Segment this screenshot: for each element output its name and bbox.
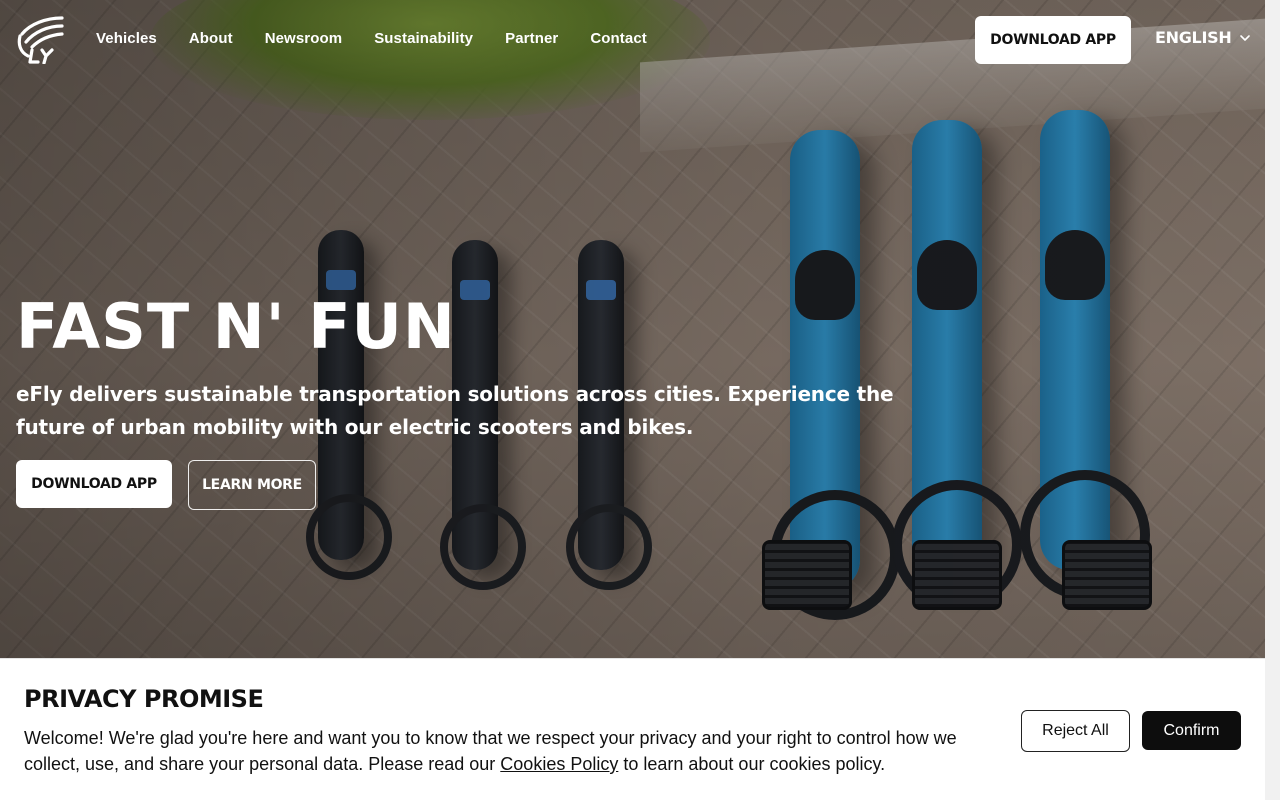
cookie-banner-text: Welcome! We're glad you're here and want… [24, 725, 984, 777]
language-label: ENGLISH [1155, 28, 1232, 47]
confirm-button[interactable]: Confirm [1142, 711, 1241, 750]
nav-links: Vehicles About Newsroom Sustainability P… [96, 30, 679, 47]
nav-link-partner[interactable]: Partner [505, 30, 558, 47]
nav-link-newsroom[interactable]: Newsroom [265, 30, 343, 47]
nav-link-about[interactable]: About [189, 30, 233, 47]
language-selector[interactable]: ENGLISH [1155, 28, 1251, 47]
reject-all-button[interactable]: Reject All [1021, 710, 1130, 752]
cookies-policy-link[interactable]: Cookies Policy [500, 754, 618, 774]
hero-title: FAST N' FUN [16, 290, 456, 363]
hero-learn-more-button[interactable]: LEARN MORE [188, 460, 316, 510]
top-navigation: Vehicles About Newsroom Sustainability P… [0, 0, 1265, 80]
hero-subtitle: eFly delivers sustainable transportation… [16, 382, 894, 439]
cookie-banner-title: PRIVACY PROMISE [24, 685, 264, 713]
nav-link-sustainability[interactable]: Sustainability [374, 30, 473, 47]
page-scrollbar[interactable] [1265, 0, 1280, 800]
efly-wing-logo-icon[interactable] [16, 16, 64, 64]
nav-link-vehicles[interactable]: Vehicles [96, 30, 157, 47]
cookie-banner: PRIVACY PROMISE Welcome! We're glad you'… [0, 658, 1265, 800]
nav-link-contact[interactable]: Contact [590, 30, 647, 47]
hero-download-app-button[interactable]: DOWNLOAD APP [16, 460, 172, 508]
chevron-down-icon [1240, 34, 1251, 41]
nav-download-app-button[interactable]: DOWNLOAD APP [975, 16, 1131, 64]
cookie-text-after-link: to learn about our cookies policy. [618, 754, 886, 774]
